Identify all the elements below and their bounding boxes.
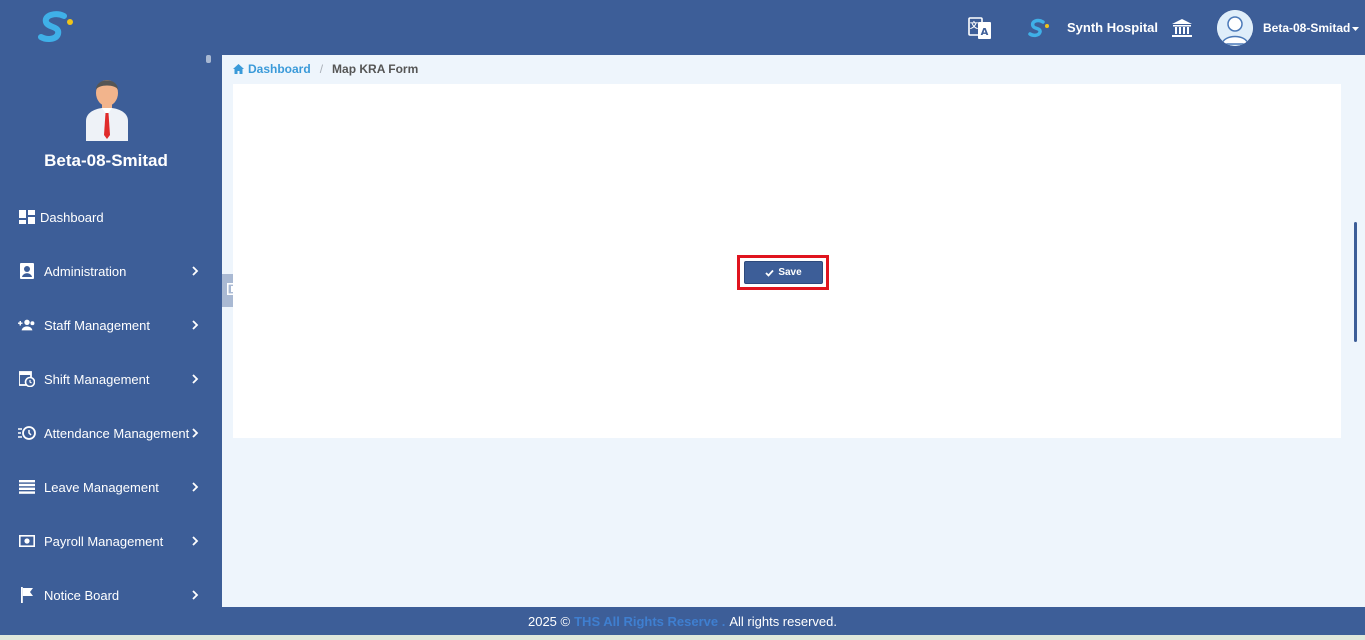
save-button[interactable]: Save [744, 261, 823, 284]
sidebar-item-label: Staff Management [44, 317, 150, 333]
footer-brand-link[interactable]: THS All Rights Reserve . [574, 614, 725, 629]
history-clock-icon [18, 424, 36, 442]
chevron-right-icon [190, 318, 200, 332]
sidebar-item-payroll-management[interactable]: Payroll Management [0, 521, 212, 561]
footer-rights: All rights reserved. [729, 613, 837, 629]
translate-icon: A 文 [968, 16, 992, 40]
sidebar-user-name: Beta-08-Smitad [44, 151, 168, 170]
chevron-right-icon [190, 534, 200, 548]
chevron-right-icon [190, 264, 200, 278]
sidebar-item-administration[interactable]: Administration [0, 251, 212, 291]
user-name: Beta-08-Smitad [1263, 20, 1351, 35]
sidebar-item-attendance-management[interactable]: Attendance Management [0, 413, 212, 453]
sidebar-item-label: Payroll Management [44, 533, 164, 549]
sidebar-item-staff-management[interactable]: Staff Management [0, 305, 212, 345]
svg-text:文: 文 [970, 20, 979, 30]
breadcrumb: Dashboard / Map KRA Form [233, 61, 418, 77]
sidebar-item-leave-management[interactable]: Leave Management [0, 467, 212, 507]
language-translate-button[interactable]: A 文 [968, 0, 992, 55]
dashboard-grid-icon [18, 208, 36, 226]
calendar-clock-icon [18, 370, 36, 388]
money-bill-icon [18, 532, 36, 550]
sidebar-item-label: Dashboard [40, 209, 104, 225]
sidebar-item-dashboard[interactable]: Dashboard [0, 197, 212, 237]
sidebar-item-label: Notice Board [44, 587, 120, 603]
chevron-right-icon [190, 426, 200, 440]
footer-copyright: 2025 © [527, 613, 571, 629]
sidebar-item-label: Shift Management [44, 371, 150, 387]
chevron-right-icon [190, 588, 200, 602]
sidebar-item-notice-board[interactable]: Notice Board [0, 575, 212, 607]
bottom-strip [0, 635, 1365, 640]
chevron-right-icon [190, 372, 200, 386]
caret-down-icon [1352, 20, 1360, 35]
top-navbar: A 文 Synth Hospital Beta-08-Smitad [0, 0, 1365, 55]
home-icon [233, 64, 244, 74]
footer: 2025 © THS All Rights Reserve . All righ… [0, 607, 1365, 635]
sidebar-item-label: Administration [44, 263, 127, 279]
sidebar-item-label: Leave Management [44, 479, 159, 495]
contact-card-icon [18, 262, 36, 280]
user-add-group-icon [18, 316, 36, 334]
sidebar-item-shift-management[interactable]: Shift Management [0, 359, 212, 399]
check-icon [765, 269, 774, 277]
sidebar-item-label: Attendance Management [44, 425, 190, 441]
flag-icon [18, 586, 36, 604]
sidebar-user-avatar [80, 75, 134, 141]
breadcrumb-separator: / [319, 62, 324, 76]
sidebar: Beta-08-Smitad Dashboard Administration … [0, 55, 222, 607]
hospital-selector[interactable]: Synth Hospital [1028, 0, 1158, 55]
chevron-right-icon [190, 480, 200, 494]
list-lines-icon [18, 478, 36, 496]
sidebar-scrollbar[interactable] [206, 55, 211, 63]
hospital-logo-icon [1028, 18, 1050, 38]
user-avatar [1217, 9, 1253, 46]
breadcrumb-home-link[interactable]: Dashboard [233, 62, 311, 76]
institution-button[interactable] [1171, 0, 1193, 55]
save-button-label: Save [778, 267, 802, 278]
user-menu-dropdown[interactable]: Beta-08-Smitad [1217, 0, 1360, 55]
breadcrumb-current: Map KRA Form [332, 62, 419, 76]
svg-text:A: A [981, 27, 989, 38]
app-logo[interactable] [38, 10, 78, 46]
bank-building-icon [1171, 18, 1193, 38]
page-scrollbar[interactable] [1354, 222, 1357, 342]
hospital-name: Synth Hospital [1067, 20, 1159, 35]
